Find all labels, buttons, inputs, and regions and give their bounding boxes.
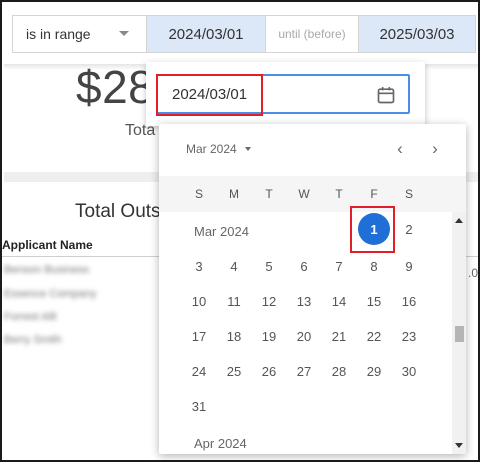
chevron-left-icon[interactable]: ‹ <box>391 139 409 158</box>
calendar-day[interactable]: 13 <box>288 285 320 317</box>
range-from-field[interactable]: 2024/03/01 <box>147 16 266 52</box>
calendar-day[interactable]: 27 <box>288 355 320 387</box>
chevron-right-icon[interactable]: › <box>426 139 444 158</box>
calendar-day[interactable]: 25 <box>218 355 250 387</box>
operator-select-value: is in range <box>26 26 91 42</box>
kpi-value: $28 <box>76 61 155 113</box>
table-row[interactable]: Essence Company <box>4 288 96 300</box>
scroll-up-icon[interactable] <box>455 218 463 223</box>
calendar-day[interactable]: 16 <box>393 285 425 317</box>
calendar-day[interactable]: 18 <box>218 320 250 352</box>
next-month-label: Apr 2024 <box>194 436 247 451</box>
column-header-applicant-name[interactable]: Applicant Name <box>2 238 93 252</box>
weekday-label: S <box>194 187 203 201</box>
calendar-day[interactable]: 29 <box>358 355 390 387</box>
calendar-day[interactable]: 4 <box>218 250 250 282</box>
calendar-day[interactable]: 24 <box>183 355 215 387</box>
calendar-day[interactable]: 6 <box>288 250 320 282</box>
calendar-icon[interactable] <box>376 85 396 105</box>
calendar-day[interactable]: 8 <box>358 250 390 282</box>
scroll-down-icon[interactable] <box>455 443 463 448</box>
amount-cell: .00 <box>468 266 479 280</box>
calendar-day[interactable]: 21 <box>323 320 355 352</box>
calendar-day[interactable]: 9 <box>393 250 425 282</box>
calendar-day[interactable]: 31 <box>183 390 215 422</box>
calendar-day[interactable]: 3 <box>183 250 215 282</box>
scrollbar-thumb[interactable] <box>455 326 464 342</box>
card-title: Total Outs <box>75 201 161 222</box>
calendar-day[interactable]: 7 <box>323 250 355 282</box>
chevron-down-icon <box>119 31 129 36</box>
calendar-days-grid: Mar 2024 Apr 2024 1 2 3 4 5 6 7 8 9 10 11 12 13 14 15 1… <box>159 212 452 454</box>
calendar-day[interactable]: 17 <box>183 320 215 352</box>
calendar-day[interactable]: 28 <box>323 355 355 387</box>
weekday-header: SMTWTFS <box>159 176 466 212</box>
chevron-down-icon <box>244 147 251 151</box>
month-label: Mar 2024 <box>194 224 249 239</box>
calendar-day[interactable]: 26 <box>253 355 285 387</box>
month-year-select[interactable]: Mar 2024 <box>186 142 251 156</box>
calendar-day[interactable]: 12 <box>253 285 285 317</box>
calendar-popup: Mar 2024 ‹ › S M T W T F S Mar 2024 Apr 2024 1… <box>159 124 466 454</box>
calendar-day[interactable]: 23 <box>393 320 425 352</box>
table-row[interactable]: Berry Smith <box>4 334 61 346</box>
highlight-box-date-input <box>156 74 263 116</box>
calendar-day[interactable]: 15 <box>358 285 390 317</box>
calendar-day[interactable]: 19 <box>253 320 285 352</box>
calendar-day[interactable]: 2 <box>393 213 425 245</box>
calendar-day[interactable]: 22 <box>358 320 390 352</box>
calendar-day[interactable]: 30 <box>393 355 425 387</box>
until-label: until (before) <box>266 16 359 52</box>
month-year-label: Mar 2024 <box>186 142 237 156</box>
screenshot-frame: is in range 2024/03/01 until (before) 20… <box>0 0 480 462</box>
calendar-day[interactable]: 5 <box>253 250 285 282</box>
weekday-label: T <box>335 187 343 201</box>
range-to-field[interactable]: 2025/03/03 <box>359 16 475 52</box>
weekday-label: M <box>229 187 239 201</box>
weekday-label: S <box>404 187 413 201</box>
calendar-scrollbar[interactable] <box>452 212 466 454</box>
table-row[interactable]: Benson Business <box>4 264 89 276</box>
weekday-label: F <box>370 187 378 201</box>
calendar-day[interactable]: 11 <box>218 285 250 317</box>
calendar-day[interactable]: 14 <box>323 285 355 317</box>
weekday-label: T <box>265 187 273 201</box>
calendar-day[interactable]: 10 <box>183 285 215 317</box>
calendar-header: Mar 2024 ‹ › <box>159 124 466 176</box>
weekday-label: W <box>298 187 310 201</box>
date-range-filter: is in range 2024/03/01 until (before) 20… <box>12 15 476 53</box>
operator-select[interactable]: is in range <box>13 16 147 52</box>
highlight-box-selected-day <box>350 206 395 253</box>
calendar-day[interactable]: 20 <box>288 320 320 352</box>
table-row[interactable]: Forrest Allt <box>4 311 57 323</box>
